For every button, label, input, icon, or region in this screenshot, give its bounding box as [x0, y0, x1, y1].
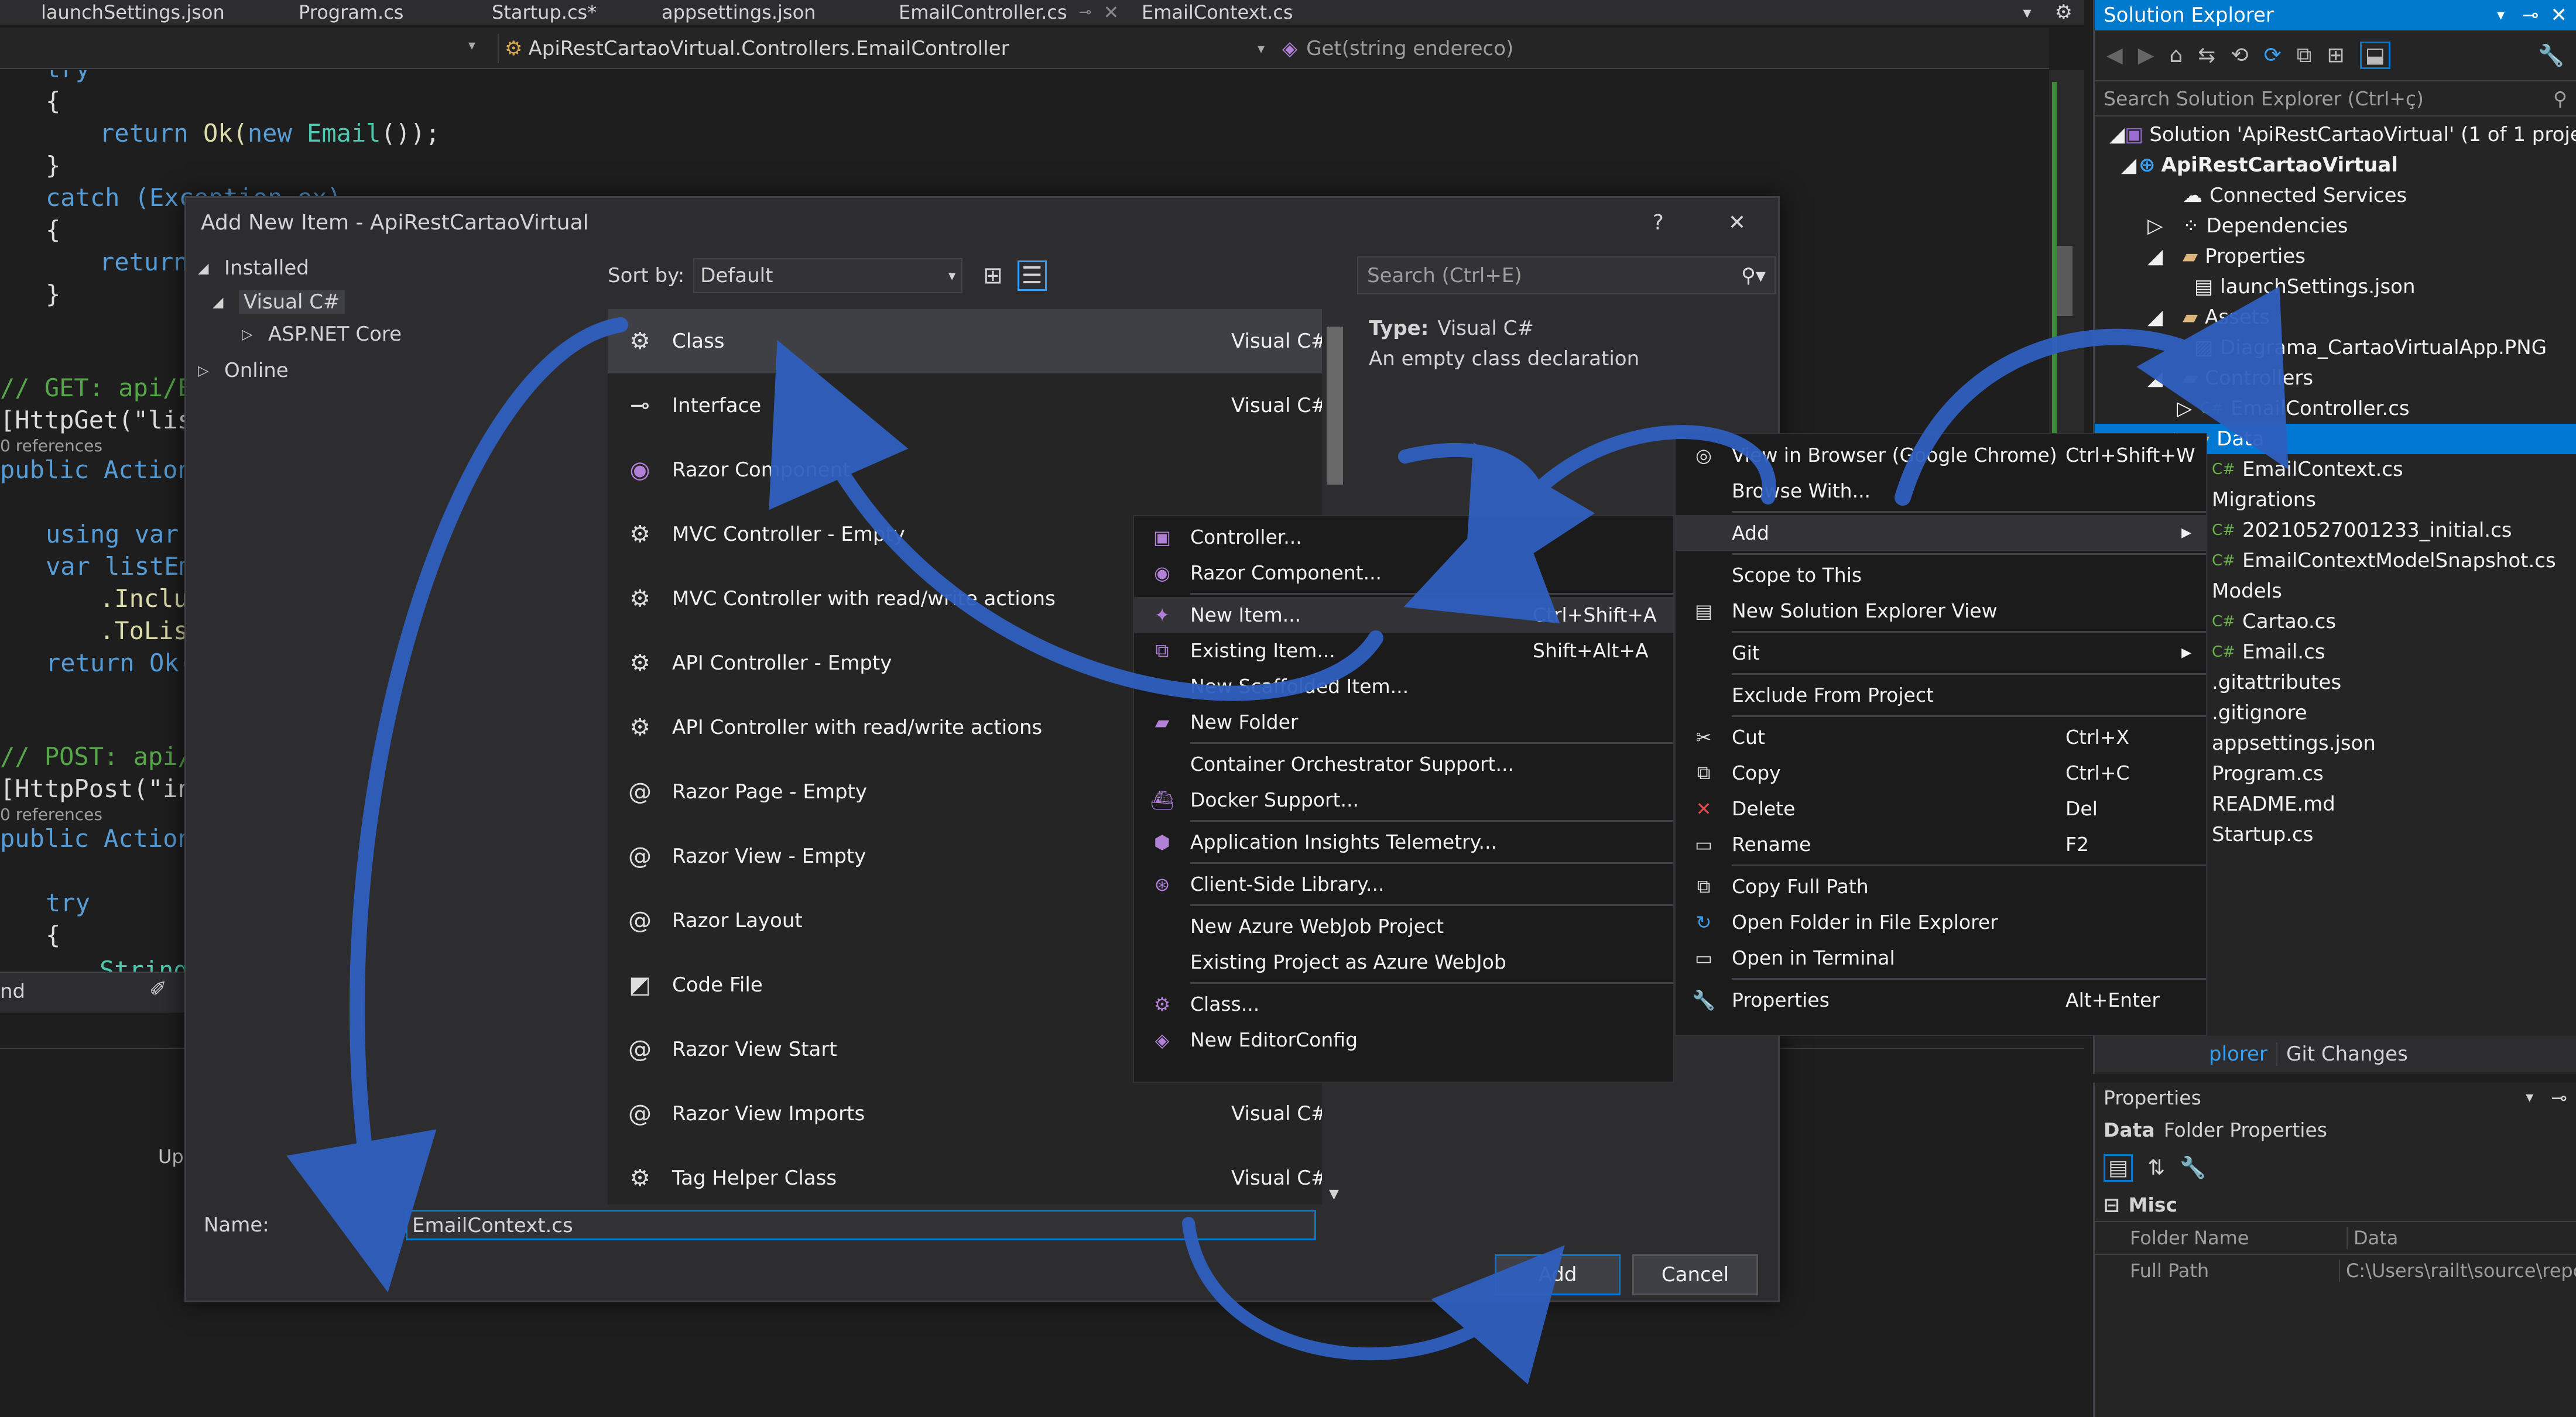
arrow-to-class-template — [769, 340, 1383, 701]
arrow-to-data-folder — [1895, 286, 2289, 506]
arrow-to-name-field — [286, 317, 628, 1293]
annotation-arrows — [286, 286, 2289, 1385]
arrow-to-add-button — [1182, 1217, 1565, 1385]
